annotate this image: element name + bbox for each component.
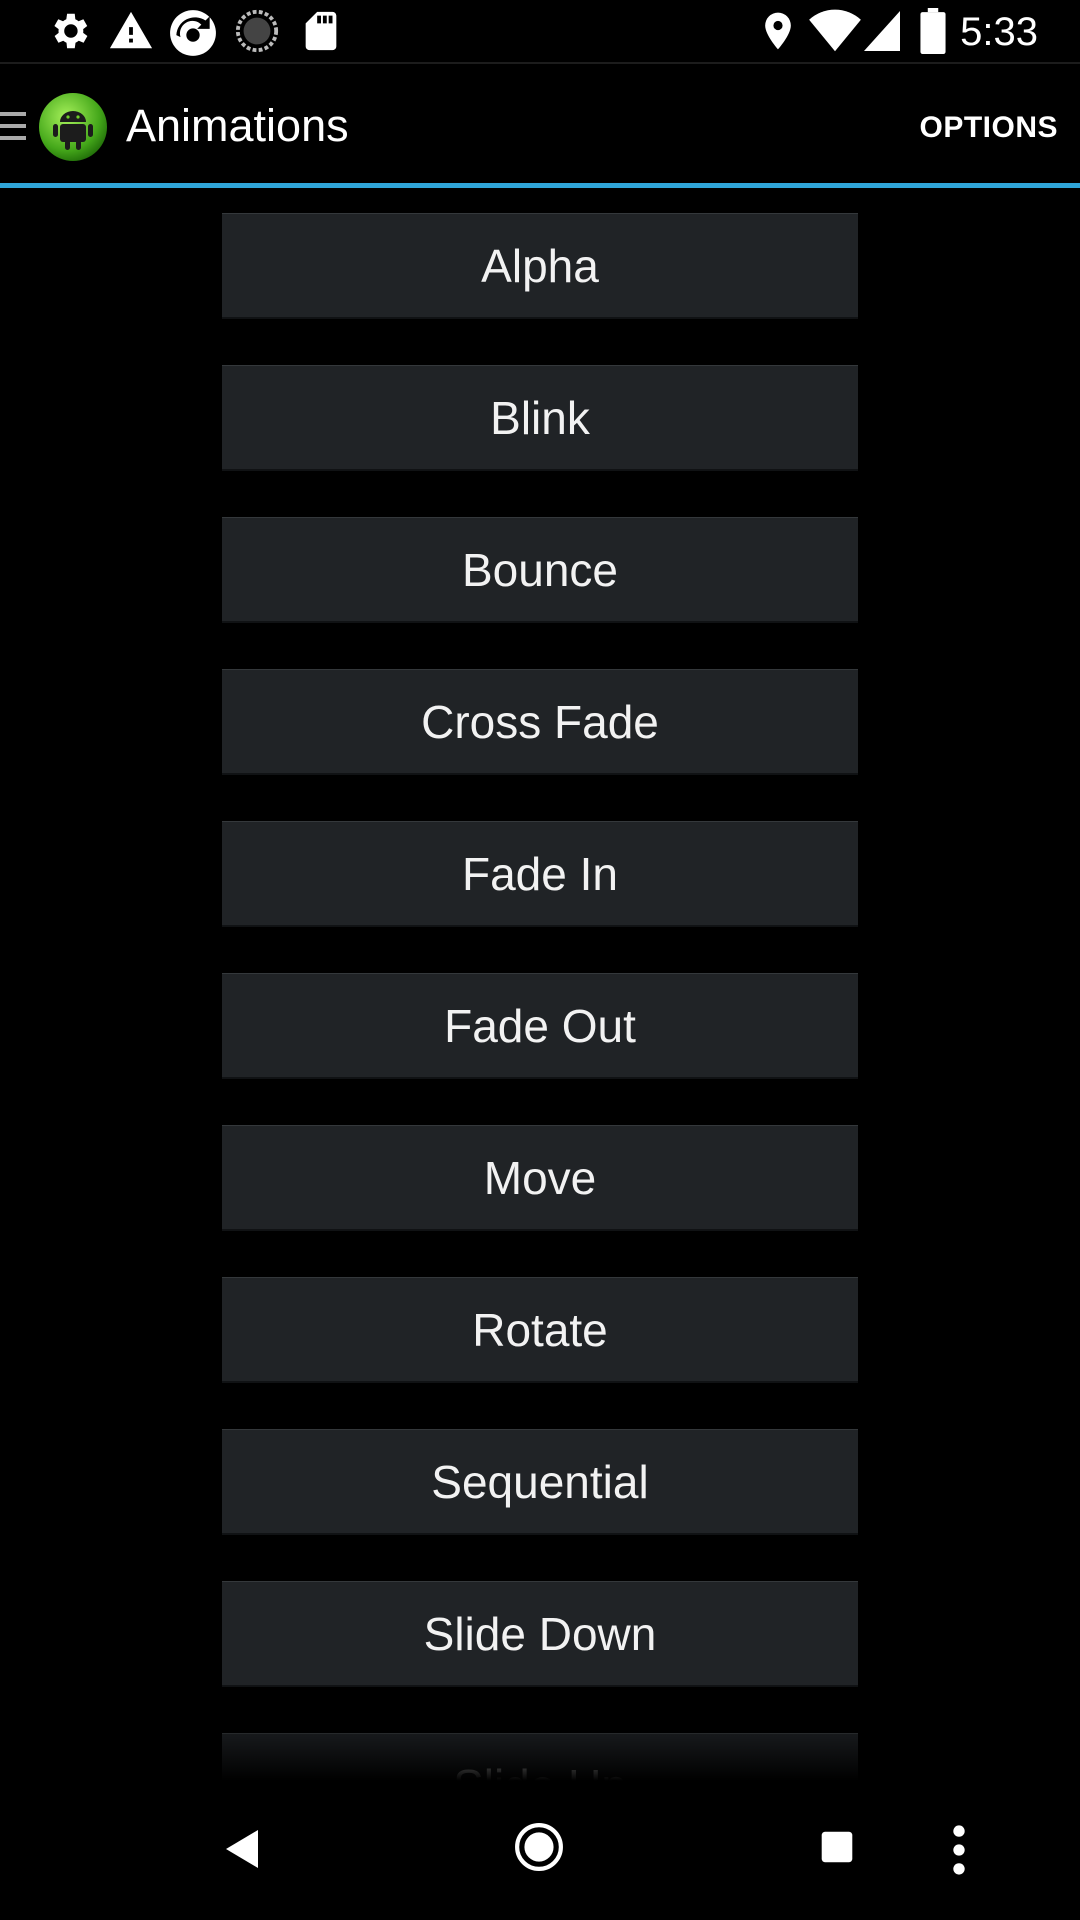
gear-icon bbox=[54, 13, 88, 49]
app-bar: Animations OPTIONS bbox=[0, 64, 1080, 188]
recents-icon[interactable] bbox=[820, 1830, 854, 1864]
app-bar-divider bbox=[0, 183, 1080, 188]
animation-list[interactable]: Alpha Blink Bounce Cross Fade Fade In Fa… bbox=[0, 190, 1080, 1790]
location-pin-icon bbox=[765, 12, 791, 50]
navigation-bar bbox=[0, 1792, 1080, 1920]
fade-out-button[interactable]: Fade Out bbox=[222, 973, 858, 1079]
blink-button[interactable]: Blink bbox=[222, 365, 858, 471]
warning-icon bbox=[109, 11, 153, 49]
fade-in-button[interactable]: Fade In bbox=[222, 821, 858, 927]
drawer-menu-icon[interactable] bbox=[0, 106, 26, 146]
status-time: 5:33 bbox=[960, 10, 1038, 54]
status-bar: 5:33 bbox=[0, 0, 1080, 64]
overflow-menu-icon[interactable] bbox=[950, 1824, 968, 1876]
sync-app-icon bbox=[170, 10, 216, 56]
page-title: Animations bbox=[126, 100, 349, 151]
battery-icon bbox=[920, 8, 946, 54]
slide-down-button[interactable]: Slide Down bbox=[222, 1581, 858, 1687]
home-icon[interactable] bbox=[514, 1822, 564, 1872]
wifi-icon bbox=[809, 9, 861, 52]
alpha-button[interactable]: Alpha bbox=[222, 213, 858, 319]
loading-circle-icon bbox=[235, 9, 279, 53]
move-button[interactable]: Move bbox=[222, 1125, 858, 1231]
options-button[interactable]: OPTIONS bbox=[919, 108, 1058, 148]
rotate-button[interactable]: Rotate bbox=[222, 1277, 858, 1383]
cell-signal-icon bbox=[864, 11, 900, 51]
cross-fade-button[interactable]: Cross Fade bbox=[222, 669, 858, 775]
android-logo-icon[interactable] bbox=[38, 92, 108, 162]
sequential-button[interactable]: Sequential bbox=[222, 1429, 858, 1535]
slide-up-button[interactable]: Slide Up bbox=[222, 1733, 858, 1790]
sd-card-icon bbox=[305, 11, 337, 51]
bounce-button[interactable]: Bounce bbox=[222, 517, 858, 623]
back-icon[interactable] bbox=[222, 1826, 262, 1872]
